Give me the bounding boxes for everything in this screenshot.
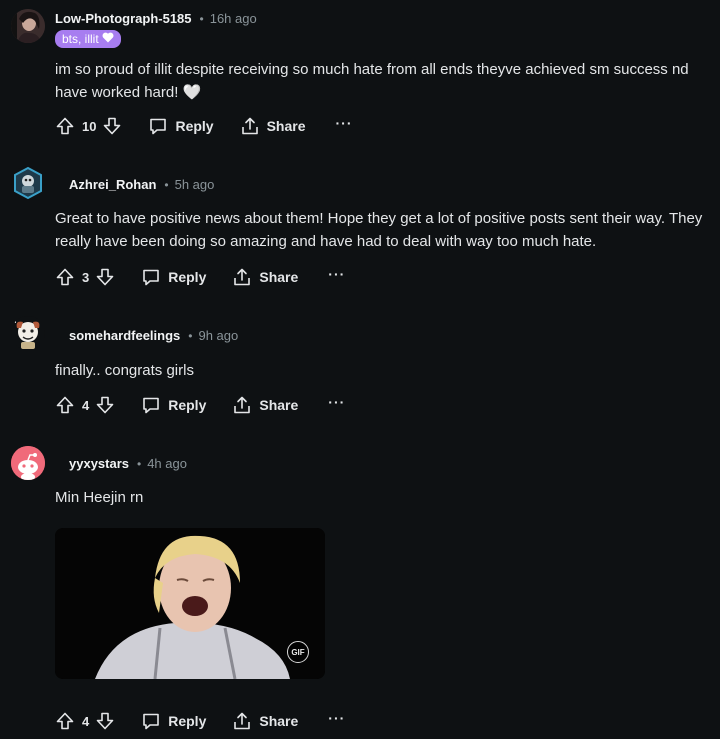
upvote-icon[interactable] <box>55 711 75 731</box>
more-options-button[interactable]: ··· <box>328 395 345 413</box>
comment-meta: Azhrei_Rohan • 5h ago <box>69 177 214 192</box>
comment-actions: 10 Reply Share ··· <box>55 114 353 138</box>
comment: somehardfeelings • 9h ago finally.. cong… <box>0 300 720 430</box>
more-options-button[interactable]: ··· <box>336 116 353 134</box>
comment-text: Great to have positive news about them! … <box>55 210 703 250</box>
timestamp[interactable]: 5h ago <box>175 177 215 192</box>
comment: Low-Photograph-5185 • 16h ago bts, illit… <box>0 0 720 150</box>
share-icon <box>232 711 252 731</box>
comment-meta: somehardfeelings • 9h ago <box>69 328 238 343</box>
reply-icon <box>148 116 168 136</box>
separator-dot: • <box>199 11 204 26</box>
vote-count: 4 <box>82 397 90 413</box>
reply-label: Reply <box>168 269 207 285</box>
downvote-icon[interactable] <box>95 267 115 287</box>
user-flair: bts, illit <box>55 30 121 48</box>
avatar[interactable] <box>11 316 45 350</box>
avatar[interactable] <box>11 166 45 200</box>
comment-text: Min Heejin rn <box>55 489 144 506</box>
heart-icon <box>102 32 114 46</box>
share-button[interactable]: Share <box>232 395 298 415</box>
timestamp[interactable]: 9h ago <box>198 328 238 343</box>
share-button[interactable]: Share <box>240 116 306 136</box>
vote-count: 4 <box>82 713 90 729</box>
vote-count: 10 <box>82 118 97 134</box>
upvote-icon[interactable] <box>55 267 75 287</box>
reply-icon <box>141 395 161 415</box>
gif-image[interactable]: GIF <box>55 528 325 679</box>
reply-button[interactable]: Reply <box>141 267 206 287</box>
reply-button[interactable]: Reply <box>148 116 214 136</box>
avatar[interactable] <box>11 9 45 43</box>
more-options-button[interactable]: ··· <box>328 267 345 285</box>
timestamp[interactable]: 4h ago <box>147 456 187 471</box>
reply-button[interactable]: Reply <box>141 395 206 415</box>
share-button[interactable]: Share <box>232 711 298 731</box>
comment-text: im so proud of illit despite receiving s… <box>55 61 689 101</box>
vote-control: 4 <box>55 395 115 415</box>
share-icon <box>232 267 252 287</box>
share-label: Share <box>266 118 306 134</box>
separator-dot: • <box>164 177 169 192</box>
separator-dot: • <box>188 328 193 343</box>
username[interactable]: yyxystars <box>69 456 129 471</box>
share-icon <box>240 116 260 136</box>
share-button[interactable]: Share <box>232 267 298 287</box>
comment-actions: 4 Reply Share ··· <box>55 393 345 417</box>
username[interactable]: Azhrei_Rohan <box>69 177 156 192</box>
share-label: Share <box>259 397 299 413</box>
comment: yyxystars • 4h ago Min Heejin rn GIF 4 R… <box>0 430 720 739</box>
vote-count: 3 <box>82 269 90 285</box>
share-label: Share <box>259 269 299 285</box>
avatar[interactable] <box>11 446 45 480</box>
share-icon <box>232 395 252 415</box>
vote-control: 10 <box>55 116 122 136</box>
comment-actions: 4 Reply Share ··· <box>55 709 345 733</box>
upvote-icon[interactable] <box>55 116 75 136</box>
username[interactable]: somehardfeelings <box>69 328 180 343</box>
share-label: Share <box>259 713 299 729</box>
flair-label: bts, illit <box>62 32 99 46</box>
comment: Azhrei_Rohan • 5h ago Great to have posi… <box>0 150 720 300</box>
reply-icon <box>141 711 161 731</box>
vote-control: 4 <box>55 711 115 731</box>
reply-icon <box>141 267 161 287</box>
downvote-icon[interactable] <box>95 711 115 731</box>
timestamp[interactable]: 16h ago <box>210 11 257 26</box>
comment-actions: 3 Reply Share ··· <box>55 265 345 289</box>
comment-meta: Low-Photograph-5185 • 16h ago <box>55 11 257 26</box>
more-options-button[interactable]: ··· <box>328 711 345 729</box>
upvote-icon[interactable] <box>55 395 75 415</box>
separator-dot: • <box>137 456 142 471</box>
comment-text: finally.. congrats girls <box>55 362 194 379</box>
downvote-icon[interactable] <box>102 116 122 136</box>
vote-control: 3 <box>55 267 115 287</box>
reply-label: Reply <box>168 713 207 729</box>
comment-meta: yyxystars • 4h ago <box>69 456 187 471</box>
downvote-icon[interactable] <box>95 395 115 415</box>
reply-label: Reply <box>175 118 214 134</box>
gif-badge: GIF <box>287 641 309 663</box>
username[interactable]: Low-Photograph-5185 <box>55 11 192 26</box>
reply-button[interactable]: Reply <box>141 711 206 731</box>
reply-label: Reply <box>168 397 207 413</box>
